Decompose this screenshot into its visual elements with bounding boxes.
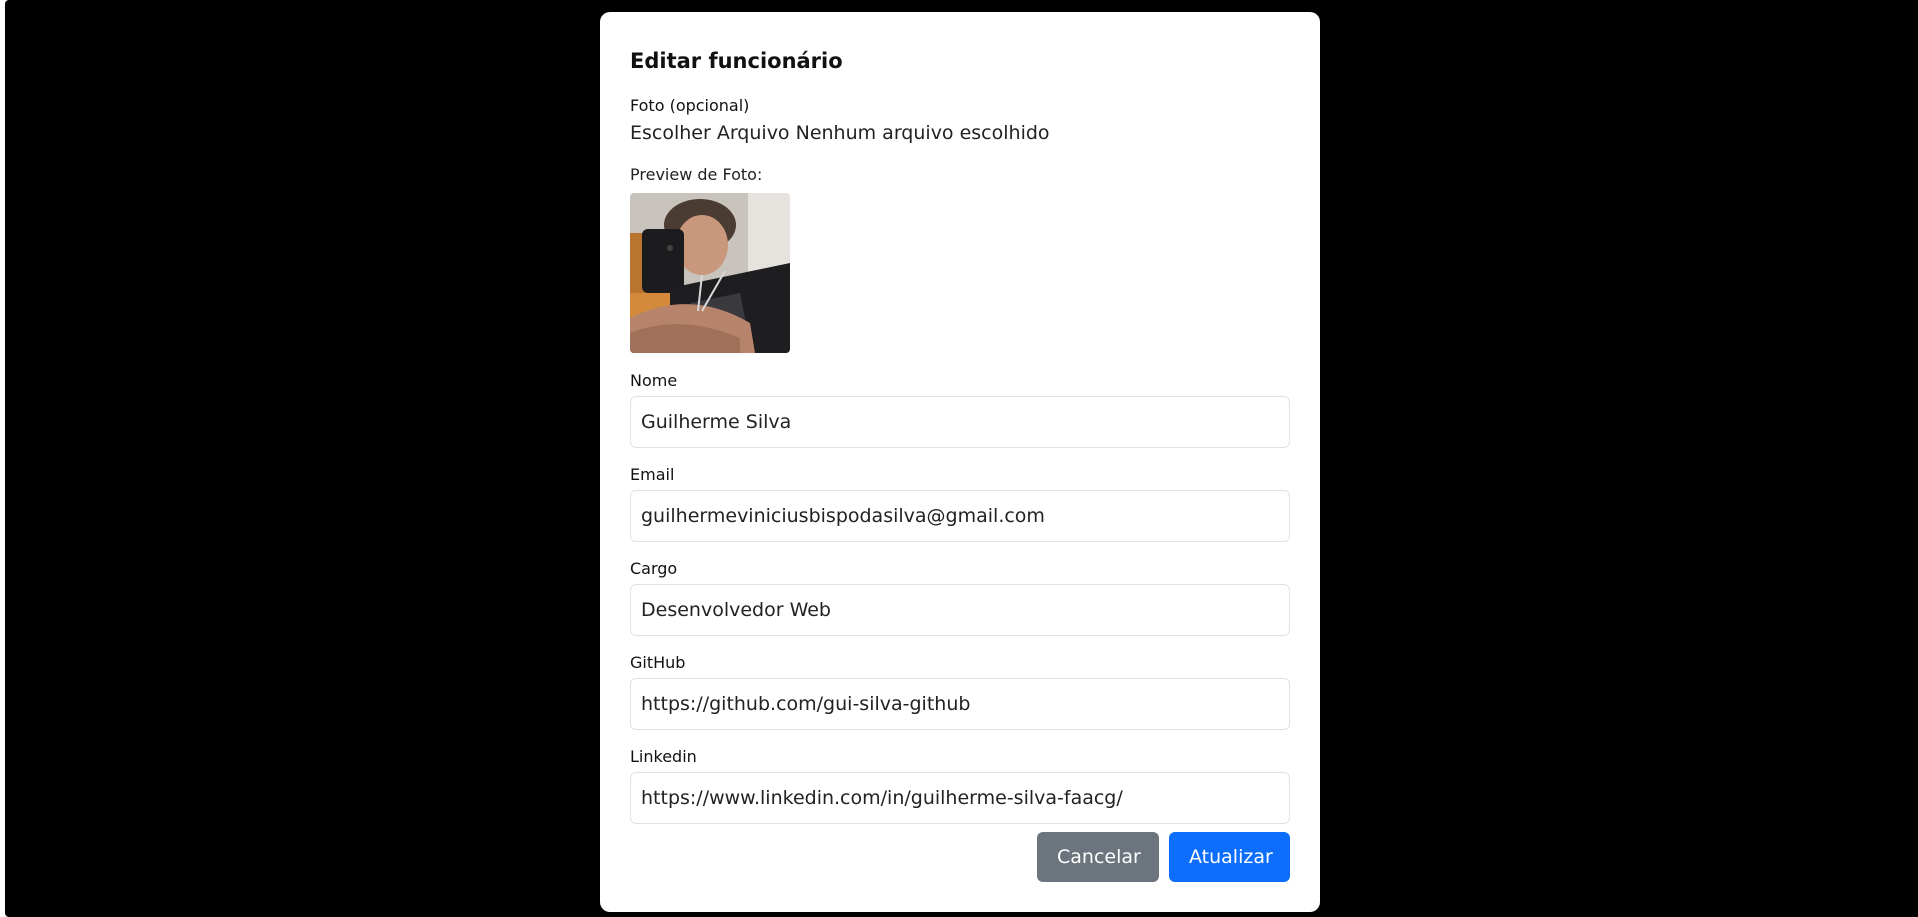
preview-label: Preview de Foto:: [630, 165, 763, 184]
cargo-input[interactable]: [630, 584, 1290, 636]
photo-field: Foto (opcional) Escolher Arquivo Nenhum …: [630, 96, 1290, 353]
cargo-field: Cargo: [630, 559, 1290, 636]
github-label: GitHub: [630, 653, 686, 672]
cancel-button[interactable]: Cancelar: [1037, 832, 1159, 882]
github-input[interactable]: [630, 678, 1290, 730]
photo-label: Foto (opcional): [630, 96, 750, 115]
nome-field: Nome: [630, 371, 1290, 448]
update-button[interactable]: Atualizar: [1169, 832, 1290, 882]
linkedin-label: Linkedin: [630, 747, 697, 766]
nome-label: Nome: [630, 371, 678, 390]
edit-employee-modal: Editar funcionário Foto (opcional) Escol…: [600, 12, 1320, 912]
nome-input[interactable]: [630, 396, 1290, 448]
file-input[interactable]: Escolher Arquivo Nenhum arquivo escolhid…: [630, 121, 1290, 145]
choose-file-button[interactable]: Escolher Arquivo: [630, 122, 790, 144]
linkedin-field: Linkedin: [630, 747, 1290, 824]
no-file-text: Nenhum arquivo escolhido: [795, 122, 1050, 144]
linkedin-input[interactable]: [630, 772, 1290, 824]
email-field: Email: [630, 465, 1290, 542]
github-field: GitHub: [630, 653, 1290, 730]
modal-title: Editar funcionário: [630, 49, 843, 73]
email-input[interactable]: [630, 490, 1290, 542]
email-label: Email: [630, 465, 675, 484]
photo-preview-image: [630, 193, 790, 353]
modal-actions: Cancelar Atualizar: [1037, 832, 1290, 882]
cargo-label: Cargo: [630, 559, 678, 578]
